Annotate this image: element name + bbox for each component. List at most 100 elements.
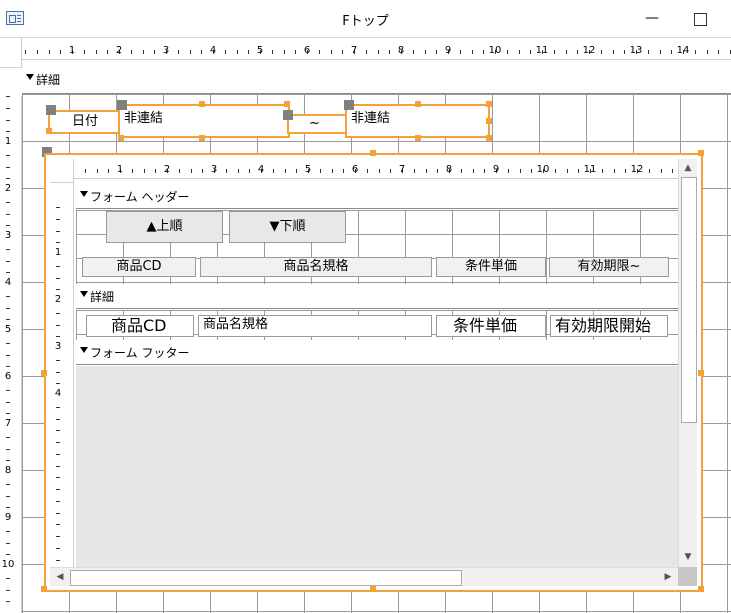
- ruler-tick: [390, 169, 392, 173]
- column-header-product-cd[interactable]: 商品CD: [82, 257, 196, 277]
- ruler-number: 5: [256, 45, 264, 56]
- form-header-bar[interactable]: フォーム ヘッダー: [76, 187, 678, 209]
- resize-handle[interactable]: [486, 101, 492, 107]
- ruler-number: 10: [488, 45, 502, 56]
- subform-ruler-corner: [50, 159, 74, 183]
- window-title: Fトップ: [342, 14, 389, 29]
- move-handle[interactable]: [283, 110, 293, 120]
- ruler-tick: [56, 512, 60, 514]
- form-footer-area[interactable]: [76, 366, 678, 567]
- ruler-number: 4: [257, 164, 265, 175]
- ruler-tick: [56, 500, 60, 502]
- scroll-up-icon[interactable]: ▲: [680, 160, 696, 176]
- sort-descending-button[interactable]: ▼下順: [229, 211, 346, 243]
- unit-price-field[interactable]: 条件単価: [436, 315, 546, 337]
- horizontal-ruler[interactable]: 1 2 3 4 5 6 7 8 9 10 11 12 13 14: [22, 44, 731, 60]
- scroll-left-icon[interactable]: ◀: [52, 569, 68, 585]
- resize-handle[interactable]: [46, 128, 52, 134]
- ruler-tick: [365, 50, 367, 54]
- ruler-tick: [6, 542, 10, 544]
- vertical-ruler[interactable]: 1 2 3 4 5 6 7 8 9 10: [0, 96, 22, 613]
- resize-handle[interactable]: [370, 150, 376, 156]
- maximize-button[interactable]: [688, 10, 712, 28]
- resize-handle[interactable]: [118, 135, 124, 141]
- date-label[interactable]: 日付: [48, 110, 120, 134]
- resize-handle[interactable]: [199, 101, 205, 107]
- column-header-expiry[interactable]: 有効期限~: [549, 257, 669, 277]
- resize-handle[interactable]: [415, 101, 421, 107]
- form-header-label: フォーム ヘッダー: [90, 190, 190, 204]
- horizontal-scroll-thumb[interactable]: [70, 570, 462, 586]
- vertical-scroll-thumb[interactable]: [681, 177, 697, 423]
- ruler-tick: [6, 225, 10, 227]
- ruler-tick: [460, 169, 462, 173]
- ruler-tick: [484, 169, 486, 173]
- unbound-field-2[interactable]: 非連結: [345, 104, 490, 138]
- ruler-tick: [249, 169, 251, 173]
- tilde-label[interactable]: ~: [287, 114, 347, 134]
- ruler-tick: [483, 50, 485, 54]
- ruler-tick: [343, 169, 345, 173]
- ruler-number: 2: [0, 183, 16, 194]
- ruler-tick: [659, 50, 661, 54]
- resize-handle[interactable]: [41, 370, 47, 376]
- resize-handle[interactable]: [41, 586, 47, 592]
- minimize-button[interactable]: —: [640, 10, 664, 28]
- scroll-right-icon[interactable]: ▶: [660, 569, 676, 585]
- subform-detail-label: 詳細: [90, 290, 115, 304]
- resize-handle[interactable]: [698, 370, 704, 376]
- ruler-tick: [155, 169, 157, 173]
- section-arrow-icon: [80, 191, 88, 197]
- product-cd-field[interactable]: 商品CD: [86, 315, 194, 337]
- ruler-tick: [6, 107, 10, 109]
- column-header-product-name[interactable]: 商品名規格: [200, 257, 432, 277]
- ruler-tick: [625, 169, 627, 173]
- ruler-tick: [378, 169, 380, 173]
- ruler-tick: [56, 242, 60, 244]
- ruler-tick: [143, 169, 145, 173]
- ruler-tick: [189, 50, 191, 54]
- resize-handle[interactable]: [698, 586, 704, 592]
- ruler-number: 3: [210, 164, 218, 175]
- detail-section-bar[interactable]: 詳細: [22, 70, 731, 94]
- ruler-tick: [6, 131, 10, 133]
- resize-handle[interactable]: [415, 135, 421, 141]
- unbound-field-1[interactable]: 非連結: [118, 104, 290, 138]
- move-handle[interactable]: [46, 105, 56, 115]
- ruler-tick: [6, 260, 10, 262]
- ruler-number: 1: [68, 45, 76, 56]
- ruler-tick: [377, 50, 379, 54]
- ruler-number: 4: [0, 277, 16, 288]
- ruler-tick: [56, 312, 60, 314]
- resize-handle[interactable]: [486, 118, 492, 124]
- ruler-tick: [554, 169, 556, 173]
- ruler-number: 12: [582, 45, 596, 56]
- ruler-tick: [6, 495, 10, 497]
- vertical-scrollbar[interactable]: ▲ ▼: [678, 159, 697, 567]
- subform-control[interactable]: 1 2 3 4 5 6 7 8 9 10 11 12 1234 フォーム ヘッダー ▲上順 ▼下順 商…: [44, 153, 703, 592]
- subform-horizontal-ruler[interactable]: 1 2 3 4 5 6 7 8 9 10 11 12: [74, 163, 678, 179]
- ruler-number: 3: [0, 230, 16, 241]
- ruler-number: 6: [351, 164, 359, 175]
- resize-handle[interactable]: [199, 135, 205, 141]
- column-header-unit-price[interactable]: 条件単価: [436, 257, 546, 277]
- ruler-number: 5: [304, 164, 312, 175]
- resize-handle[interactable]: [486, 135, 492, 141]
- ruler-tick: [202, 169, 204, 173]
- product-name-field[interactable]: 商品名規格: [198, 315, 432, 337]
- form-footer-bar[interactable]: フォーム フッター: [76, 343, 678, 365]
- expiry-start-field[interactable]: 有効期限開始: [550, 315, 668, 337]
- ruler-tick: [6, 507, 10, 509]
- sort-ascending-button[interactable]: ▲上順: [106, 211, 223, 243]
- move-handle[interactable]: [344, 100, 354, 110]
- ruler-number: 7: [350, 45, 358, 56]
- scroll-down-icon[interactable]: ▼: [680, 549, 696, 565]
- horizontal-scrollbar[interactable]: ◀ ▶: [50, 567, 678, 586]
- ruler-tick: [56, 324, 60, 326]
- subform-vertical-ruler[interactable]: 1 2 3 4: [50, 183, 74, 567]
- resize-handle[interactable]: [284, 101, 290, 107]
- subform-detail-bar[interactable]: 詳細: [76, 287, 678, 309]
- resize-handle[interactable]: [698, 150, 704, 156]
- move-handle[interactable]: [117, 100, 127, 110]
- resize-handle[interactable]: [370, 586, 376, 592]
